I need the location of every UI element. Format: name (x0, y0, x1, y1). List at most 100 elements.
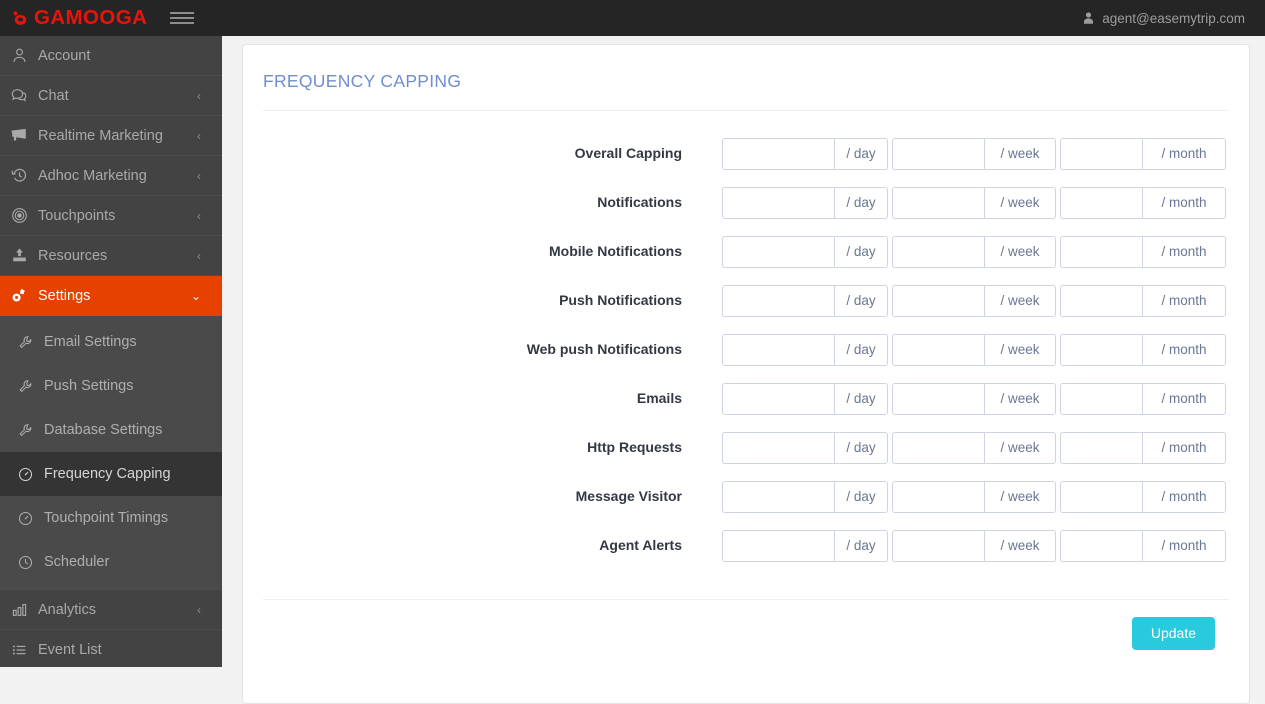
input-group-week: / week (892, 186, 1056, 219)
input-group-month: / month (1060, 137, 1226, 170)
unit-addon-day: / day (834, 235, 888, 268)
message-visitor-week-input[interactable] (892, 480, 984, 513)
sidebar-item-scheduler[interactable]: Scheduler (0, 540, 222, 584)
http-requests-day-input[interactable] (722, 431, 834, 464)
hamburger-menu-icon[interactable] (170, 8, 204, 28)
capping-row: Emails / day / week / month (243, 374, 1249, 423)
input-group-month: / month (1060, 382, 1226, 415)
emails-week-input[interactable] (892, 382, 984, 415)
unit-addon-week: / week (984, 382, 1056, 415)
sidebar-item-realtime-marketing[interactable]: Realtime Marketing ‹ (0, 116, 222, 156)
input-group-week: / week (892, 382, 1056, 415)
sidebar-item-label: Event List (38, 641, 102, 658)
capping-inputs: / day / week / month (722, 529, 1226, 562)
unit-addon-day: / day (834, 382, 888, 415)
web-push-notifications-month-input[interactable] (1060, 333, 1142, 366)
sidebar-item-touchpoints[interactable]: Touchpoints ‹ (0, 196, 222, 236)
agent-alerts-month-input[interactable] (1060, 529, 1142, 562)
emails-month-input[interactable] (1060, 382, 1142, 415)
wrench-icon (18, 335, 44, 350)
push-notifications-day-input[interactable] (722, 284, 834, 317)
capping-row-label: Http Requests (587, 438, 682, 455)
sidebar-item-frequency-capping[interactable]: Frequency Capping (0, 452, 222, 496)
web-push-notifications-week-input[interactable] (892, 333, 984, 366)
message-visitor-month-input[interactable] (1060, 480, 1142, 513)
http-requests-month-input[interactable] (1060, 431, 1142, 464)
capping-row: Agent Alerts / day / week / month (243, 521, 1249, 570)
notifications-month-input[interactable] (1060, 186, 1142, 219)
unit-addon-month: / month (1142, 235, 1226, 268)
chevron-left-icon: ‹ (197, 168, 201, 183)
web-push-notifications-day-input[interactable] (722, 333, 834, 366)
sidebar-item-email-settings[interactable]: Email Settings (0, 320, 222, 364)
sidebar-item-push-settings[interactable]: Push Settings (0, 364, 222, 408)
input-group-day: / day (722, 186, 888, 219)
notifications-day-input[interactable] (722, 186, 834, 219)
capping-row-label: Emails (636, 389, 682, 406)
capping-row: Http Requests / day / week / month (243, 423, 1249, 472)
input-group-week: / week (892, 529, 1056, 562)
emails-day-input[interactable] (722, 382, 834, 415)
sidebar-item-label: Frequency Capping (44, 466, 171, 482)
mobile-notifications-week-input[interactable] (892, 235, 984, 268)
agent-alerts-week-input[interactable] (892, 529, 984, 562)
input-group-day: / day (722, 137, 888, 170)
sidebar-item-label: Account (38, 47, 91, 64)
sidebar-item-touchpoint-timings[interactable]: Touchpoint Timings (0, 496, 222, 540)
capping-row: Push Notifications / day / week / month (243, 276, 1249, 325)
sidebar-item-analytics[interactable]: Analytics ‹ (0, 590, 222, 630)
input-group-day: / day (722, 382, 888, 415)
gauge-icon (18, 467, 44, 482)
user-account-menu[interactable]: agent@easemytrip.com (1082, 11, 1265, 26)
notifications-week-input[interactable] (892, 186, 984, 219)
mobile-notifications-month-input[interactable] (1060, 235, 1142, 268)
sidebar-item-label: Resources (38, 247, 108, 264)
sidebar-item-label: Chat (38, 87, 69, 104)
update-button[interactable]: Update (1131, 617, 1215, 651)
push-notifications-month-input[interactable] (1060, 284, 1142, 317)
capping-row: Overall Capping / day / week / month (243, 129, 1249, 178)
capping-inputs: / day / week / month (722, 235, 1226, 268)
gears-icon (0, 287, 38, 304)
input-group-month: / month (1060, 235, 1226, 268)
chevron-left-icon: ‹ (197, 602, 201, 617)
sidebar-item-database-settings[interactable]: Database Settings (0, 408, 222, 452)
user-icon (0, 47, 38, 64)
sidebar-item-chat[interactable]: Chat ‹ (0, 76, 222, 116)
settings-submenu: Email Settings Push Settings Database Se… (0, 316, 222, 590)
capping-row: Message Visitor / day / week / month (243, 472, 1249, 521)
capping-row-label: Agent Alerts (599, 536, 682, 553)
unit-addon-day: / day (834, 186, 888, 219)
unit-addon-month: / month (1142, 431, 1226, 464)
bullseye-icon (0, 207, 38, 224)
chevron-left-icon: ‹ (197, 88, 201, 103)
input-group-week: / week (892, 431, 1056, 464)
hamburger-bar (170, 17, 194, 19)
capping-row-label: Web push Notifications (526, 340, 682, 357)
frequency-capping-form: Overall Capping / day / week / month Notific… (243, 111, 1249, 570)
brand-logo[interactable]: GAMOOGA (0, 7, 160, 29)
unit-addon-month: / month (1142, 382, 1226, 415)
message-visitor-day-input[interactable] (722, 480, 834, 513)
sidebar-item-event-list[interactable]: Event List (0, 630, 222, 667)
mobile-notifications-day-input[interactable] (722, 235, 834, 268)
overall-capping-week-input[interactable] (892, 137, 984, 170)
input-group-month: / month (1060, 333, 1226, 366)
agent-alerts-day-input[interactable] (722, 529, 834, 562)
sidebar-item-adhoc-marketing[interactable]: Adhoc Marketing ‹ (0, 156, 222, 196)
overall-capping-day-input[interactable] (722, 137, 834, 170)
sidebar-item-settings[interactable]: Settings ⌄ (0, 276, 222, 316)
unit-addon-month: / month (1142, 333, 1226, 366)
overall-capping-month-input[interactable] (1060, 137, 1142, 170)
input-group-month: / month (1060, 529, 1226, 562)
unit-addon-week: / week (984, 235, 1056, 268)
sidebar-item-label: Settings (38, 287, 91, 304)
unit-addon-day: / day (834, 480, 888, 513)
http-requests-week-input[interactable] (892, 431, 984, 464)
sidebar-item-resources[interactable]: Resources ‹ (0, 236, 222, 276)
push-notifications-week-input[interactable] (892, 284, 984, 317)
gauge-icon (18, 511, 44, 526)
gamooga-logo-icon (13, 10, 27, 25)
sidebar-item-account[interactable]: Account (0, 36, 222, 76)
clock-icon (18, 555, 44, 570)
